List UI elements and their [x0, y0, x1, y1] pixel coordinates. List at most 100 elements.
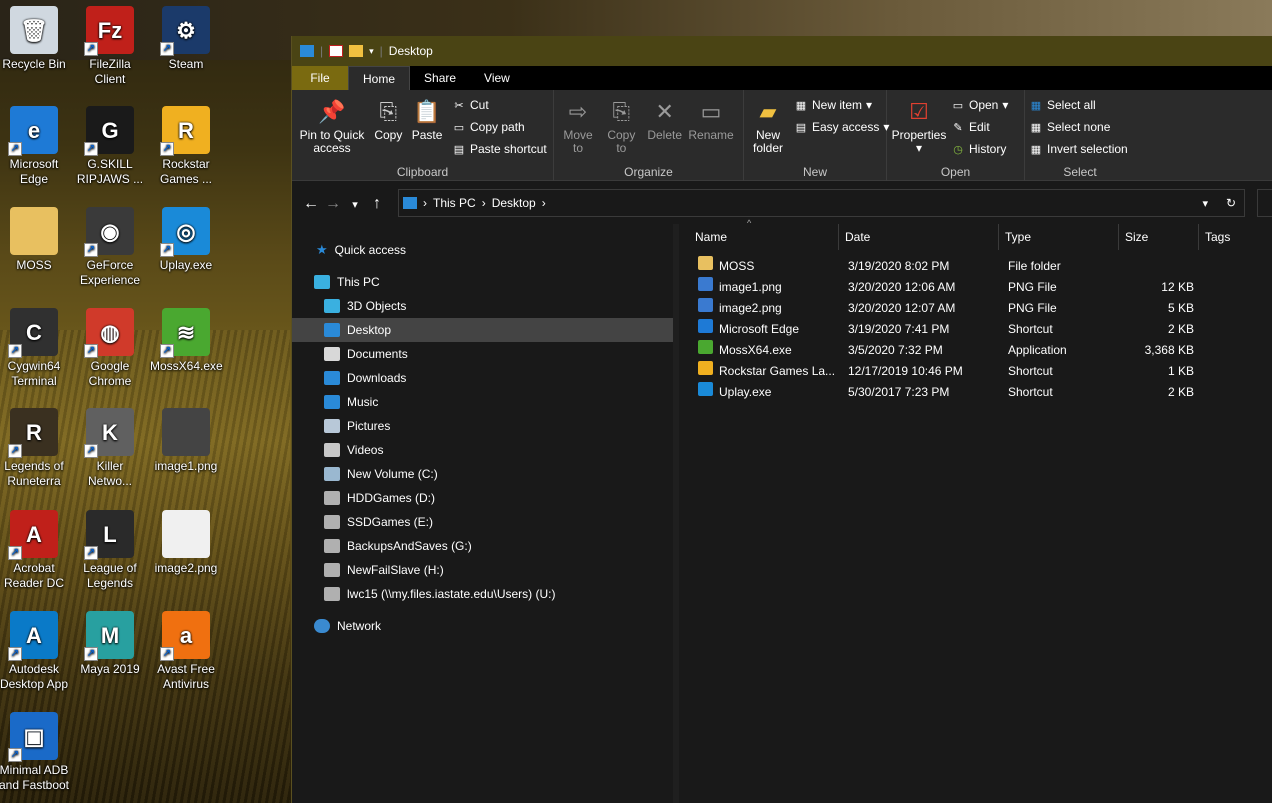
back-arrow-icon[interactable]: ←: [300, 195, 322, 213]
paste-shortcut-button[interactable]: ▤ Paste shortcut: [452, 138, 547, 160]
forward-arrow-icon[interactable]: →: [322, 195, 344, 213]
nav-item[interactable]: 3D Objects: [292, 294, 673, 318]
desktop-shortcut[interactable]: ▣ ↗ Minimal ADB and Fastboot: [0, 712, 70, 793]
history-button[interactable]: ◷ History: [951, 138, 1008, 160]
edit-button[interactable]: ✎ Edit: [951, 116, 1008, 138]
nav-item[interactable]: SSDGames (E:): [292, 510, 673, 534]
paste-button[interactable]: 📋 Paste: [409, 94, 446, 144]
address-bar[interactable]: › This PC › Desktop › ▾ ↻: [398, 189, 1245, 217]
column-date[interactable]: Date: [839, 224, 999, 250]
nav-item[interactable]: New Volume (C:): [292, 462, 673, 486]
nav-item[interactable]: Pictures: [292, 414, 673, 438]
tab-view[interactable]: View: [470, 66, 524, 90]
nav-item[interactable]: Music: [292, 390, 673, 414]
desktop-shortcut[interactable]: Fz ↗ FileZilla Client: [74, 6, 146, 87]
file-row[interactable]: image1.png 3/20/2020 12:06 AM PNG File 12 K…: [679, 277, 1272, 298]
file-row[interactable]: Microsoft Edge 3/19/2020 7:41 PM Shortcut 2…: [679, 319, 1272, 340]
search-input[interactable]: [1257, 189, 1272, 217]
properties-icon[interactable]: [329, 45, 344, 57]
desktop-shortcut[interactable]: K ↗ Killer Netwo...: [74, 408, 146, 489]
app-icon: ◎ ↗: [160, 207, 210, 257]
file-row[interactable]: image2.png 3/20/2020 12:07 AM PNG File 5 KB: [679, 298, 1272, 319]
tab-share[interactable]: Share: [410, 66, 470, 90]
breadcrumb-desktop[interactable]: Desktop: [492, 196, 536, 210]
tab-file[interactable]: File: [292, 66, 348, 90]
move-to-button[interactable]: ⇨ Move to: [558, 94, 598, 157]
copy-path-button[interactable]: ▭ Copy path: [452, 116, 547, 138]
new-folder-button[interactable]: ▰ New folder: [748, 94, 788, 157]
nav-network[interactable]: Network: [292, 614, 673, 638]
address-row: ← → ▾ ↑ › This PC › Desktop › ▾ ↻: [292, 187, 1272, 221]
invert-selection-button[interactable]: ▦ Invert selection: [1029, 138, 1131, 160]
properties-button[interactable]: ☑ Properties ▾: [891, 94, 947, 157]
breadcrumb-this-pc[interactable]: This PC: [433, 196, 476, 210]
rename-button[interactable]: ▭ Rename: [688, 94, 734, 144]
delete-button[interactable]: ✕ Delete: [645, 94, 685, 144]
nav-item[interactable]: BackupsAndSaves (G:): [292, 534, 673, 558]
chevron-down-icon[interactable]: ▾: [369, 46, 374, 57]
nav-item[interactable]: NewFailSlave (H:): [292, 558, 673, 582]
cut-button[interactable]: ✂ Cut: [452, 94, 547, 116]
nav-quick-access[interactable]: ★ Quick access: [292, 238, 673, 262]
recent-locations-chevron-icon[interactable]: ▾: [344, 198, 366, 211]
desktop-shortcut[interactable]: ◉ ↗ GeForce Experience: [74, 207, 146, 288]
file-date: 5/30/2017 7:23 PM: [848, 385, 950, 399]
desktop-shortcut[interactable]: R ↗ Legends of Runeterra: [0, 408, 70, 489]
file-row[interactable]: MossX64.exe 3/5/2020 7:32 PM Application 3,…: [679, 340, 1272, 361]
desktop-shortcut[interactable]: R ↗ Rockstar Games ...: [150, 106, 222, 187]
desktop-icon: [300, 45, 314, 57]
desktop-shortcut[interactable]: C ↗ Cygwin64 Terminal: [0, 308, 70, 389]
file-row[interactable]: Uplay.exe 5/30/2017 7:23 PM Shortcut 2 KB: [679, 382, 1272, 403]
select-none-icon: ▦: [1030, 121, 1042, 134]
address-dropdown-icon[interactable]: ▾: [1202, 197, 1208, 210]
desktop-shortcut[interactable]: ≋ ↗ MossX64.exe: [150, 308, 223, 374]
desktop-shortcut[interactable]: G ↗ G.SKILL RIPJAWS ...: [74, 106, 146, 187]
desktop-shortcut[interactable]: ◍ ↗ Google Chrome: [74, 308, 146, 389]
nav-item[interactable]: HDDGames (D:): [292, 486, 673, 510]
nav-item[interactable]: Documents: [292, 342, 673, 366]
file-row[interactable]: Rockstar Games La... 12/17/2019 10:46 PM S…: [679, 361, 1272, 382]
copy-to-button[interactable]: ⎘ Copy to: [601, 94, 641, 157]
new-group: ▰ New folder ▦ New item ▾ ▤ Easy access ▾ New: [744, 90, 890, 181]
desktop-shortcut[interactable]: A ↗ Autodesk Desktop App: [0, 611, 70, 692]
column-size[interactable]: Size: [1119, 224, 1199, 250]
folder-icon: [324, 347, 340, 361]
computer-icon: [314, 275, 330, 289]
select-none-button[interactable]: ▦ Select none: [1029, 116, 1131, 138]
desktop-shortcut[interactable]: image2.png: [150, 510, 222, 576]
nav-item[interactable]: Desktop: [292, 318, 673, 342]
refresh-icon[interactable]: ↻: [1226, 196, 1236, 210]
pin-quick-access-button[interactable]: 📌 Pin to Quick access: [296, 94, 368, 157]
desktop-shortcut[interactable]: 🗑 Recycle Bin: [0, 6, 70, 72]
up-arrow-icon[interactable]: ↑: [366, 195, 388, 213]
column-type[interactable]: Type: [999, 224, 1119, 250]
shortcut-arrow-icon: ↗: [84, 647, 98, 661]
nav-item[interactable]: Videos: [292, 438, 673, 462]
new-folder-icon[interactable]: [349, 45, 364, 57]
column-name[interactable]: Name: [689, 224, 839, 250]
column-tags[interactable]: Tags: [1199, 224, 1269, 250]
copy-button[interactable]: ⎘ Copy: [371, 94, 405, 144]
shortcut-arrow-icon: ↗: [84, 444, 98, 458]
nav-this-pc[interactable]: This PC: [292, 270, 673, 294]
file-row[interactable]: MOSS 3/19/2020 8:02 PM File folder: [679, 256, 1272, 277]
desktop-shortcut[interactable]: L ↗ League of Legends: [74, 510, 146, 591]
nav-item[interactable]: lwc15 (\\my.files.iastate.edu\Users) (U:…: [292, 582, 673, 606]
desktop-shortcut[interactable]: a ↗ Avast Free Antivirus: [150, 611, 222, 692]
desktop-shortcut[interactable]: A ↗ Acrobat Reader DC: [0, 510, 70, 591]
app-icon: ▣ ↗: [8, 712, 58, 762]
desktop-shortcut[interactable]: MOSS: [0, 207, 70, 273]
open-button[interactable]: ▭ Open ▾: [951, 94, 1009, 116]
nav-item[interactable]: Downloads: [292, 366, 673, 390]
desktop-shortcut[interactable]: image1.png: [150, 408, 222, 474]
title-bar[interactable]: | ▾ | Desktop: [292, 36, 1272, 66]
tab-home[interactable]: Home: [348, 66, 411, 90]
desktop-shortcut[interactable]: e ↗ Microsoft Edge: [0, 106, 70, 187]
new-item-button[interactable]: ▦ New item ▾: [794, 94, 889, 116]
desktop-shortcut[interactable]: ◎ ↗ Uplay.exe: [150, 207, 222, 273]
select-all-button[interactable]: ▦ Select all: [1029, 94, 1131, 116]
easy-access-button[interactable]: ▤ Easy access ▾: [794, 116, 890, 138]
desktop-shortcut[interactable]: ⚙ ↗ Steam: [150, 6, 222, 72]
desktop-shortcut-label: G.SKILL RIPJAWS ...: [76, 157, 144, 186]
desktop-shortcut[interactable]: M ↗ Maya 2019: [74, 611, 146, 677]
